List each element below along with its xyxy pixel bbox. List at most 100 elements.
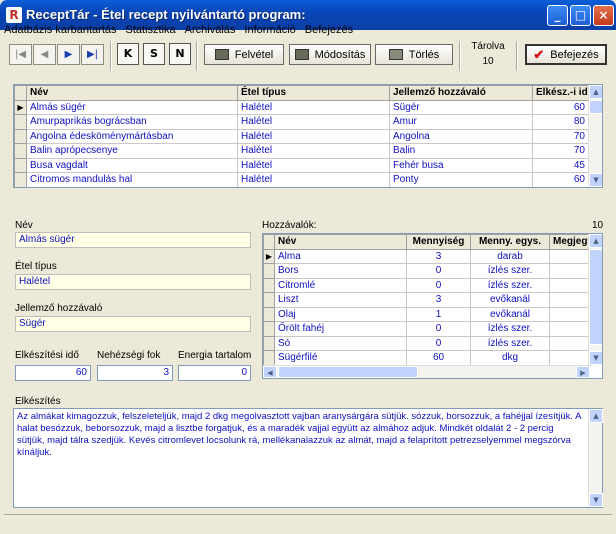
row-indicator[interactable] <box>14 128 27 144</box>
recipe-name-cell[interactable]: Citromos mandulás hal <box>26 172 238 187</box>
scroll-down-icon[interactable]: ▼ <box>589 351 602 365</box>
ingredient-unit-cell[interactable]: dkg <box>470 350 550 366</box>
recipe-main-ingredient-cell[interactable]: Fehér busa <box>389 157 533 173</box>
ingredient-quantity-cell[interactable]: 3 <box>406 248 471 264</box>
ingredient-name-cell[interactable]: Liszt <box>274 292 407 308</box>
ingredient-note-cell[interactable] <box>549 306 591 322</box>
col-header-ingredient-name[interactable]: Név <box>274 234 407 250</box>
ingredient-row[interactable]: Só 0 ízlés szer. <box>263 335 591 351</box>
recipes-grid[interactable]: Név Étel típus Jellemző hozzávaló Elkész… <box>13 84 603 188</box>
sort-k-button[interactable]: K <box>117 43 139 65</box>
ingredient-quantity-cell[interactable]: 0 <box>406 321 471 337</box>
scroll-down-icon[interactable]: ▼ <box>589 493 603 507</box>
current-row-indicator-icon[interactable]: ▶ <box>14 99 27 115</box>
ingredient-quantity-cell[interactable]: 0 <box>406 277 471 293</box>
prep-time-field[interactable]: 60 <box>15 365 91 381</box>
recipe-row[interactable]: ▶ Almás sügér Halétel Sügér 60 <box>14 99 589 115</box>
ingredient-unit-cell[interactable]: ízlés szer. <box>470 321 550 337</box>
sort-s-button[interactable]: S <box>143 43 165 65</box>
ingredient-name-cell[interactable]: Őrölt fahéj <box>274 321 407 337</box>
recipe-main-ingredient-cell[interactable]: Angolna <box>389 128 533 144</box>
recipe-prep-time-cell[interactable]: 60 <box>532 172 589 187</box>
recipe-name-cell[interactable]: Balin aprópecsenye <box>26 143 238 159</box>
row-indicator[interactable] <box>263 335 275 351</box>
preparation-text-area[interactable]: Az almákat kimagozzuk, felszeleteljük, m… <box>13 408 603 508</box>
col-header-prep-time[interactable]: Elkész.-i idő <box>532 85 589 101</box>
menu-item-4[interactable]: Befejezés <box>305 24 353 36</box>
prev-record-button[interactable]: ◀ <box>33 44 56 65</box>
col-header-name[interactable]: Név <box>26 85 238 101</box>
recipe-prep-time-cell[interactable]: 60 <box>532 99 589 115</box>
ingredient-quantity-cell[interactable]: 60 <box>406 350 471 366</box>
ingredient-unit-cell[interactable]: ízlés szer. <box>470 335 550 351</box>
recipe-type-cell[interactable]: Halétel <box>237 114 390 130</box>
ingredient-note-cell[interactable] <box>549 248 591 264</box>
main-ingredient-field[interactable]: Sügér <box>15 316 251 332</box>
energy-field[interactable]: 0 <box>178 365 251 381</box>
recipe-row[interactable]: Balin aprópecsenye Halétel Balin 70 <box>14 143 589 159</box>
recipe-row[interactable]: Citromos mandulás hal Halétel Ponty 60 <box>14 172 589 187</box>
recipe-row[interactable]: Amurpaprikás bográcsban Halétel Amur 80 <box>14 114 589 130</box>
scroll-down-icon[interactable]: ▼ <box>589 173 602 187</box>
menu-item-0[interactable]: Adatbázis karbantartás <box>4 24 117 36</box>
ingredients-scrollbar[interactable]: ▲ ▼ <box>588 234 602 365</box>
row-indicator[interactable] <box>263 350 275 366</box>
ingredient-name-cell[interactable]: Olaj <box>274 306 407 322</box>
sort-n-button[interactable]: N <box>169 43 191 65</box>
scroll-thumb[interactable] <box>589 249 602 345</box>
ingredient-row[interactable]: Liszt 3 evőkanál <box>263 292 591 308</box>
next-record-button[interactable]: ▶ <box>57 44 80 65</box>
scroll-up-icon[interactable]: ▲ <box>589 234 602 248</box>
ingredient-name-cell[interactable]: Sügérfilé <box>274 350 407 366</box>
row-indicator[interactable] <box>14 143 27 159</box>
col-header-unit[interactable]: Menny. egys. <box>470 234 550 250</box>
ingredient-quantity-cell[interactable]: 0 <box>406 335 471 351</box>
ingredient-row[interactable]: Olaj 1 evőkanál <box>263 306 591 322</box>
recipes-scrollbar[interactable]: ▲ ▼ <box>588 85 602 187</box>
recipe-type-cell[interactable]: Halétel <box>237 128 390 144</box>
delete-button[interactable]: Törlés <box>375 44 453 65</box>
current-row-indicator-icon[interactable]: ▶ <box>263 248 275 264</box>
ingredients-hscrollbar[interactable]: ◀ ▶ <box>263 365 590 378</box>
type-field[interactable]: Halétel <box>15 274 251 290</box>
recipe-main-ingredient-cell[interactable]: Ponty <box>389 172 533 187</box>
recipe-prep-time-cell[interactable]: 70 <box>532 128 589 144</box>
recipe-main-ingredient-cell[interactable]: Sügér <box>389 99 533 115</box>
recipe-prep-time-cell[interactable]: 70 <box>532 143 589 159</box>
recipe-name-cell[interactable]: Angolna édesköménymártásban <box>26 128 238 144</box>
ingredient-name-cell[interactable]: Bors <box>274 263 407 279</box>
ingredient-unit-cell[interactable]: darab <box>470 248 550 264</box>
row-indicator[interactable] <box>263 277 275 293</box>
ingredients-grid[interactable]: Név Mennyiség Menny. egys. Megjegy ▶ Alma… <box>262 233 603 379</box>
menu-item-3[interactable]: Információ <box>244 24 295 36</box>
first-record-button[interactable]: |◀ <box>9 44 32 65</box>
scroll-right-icon[interactable]: ▶ <box>576 366 590 378</box>
col-header-type[interactable]: Étel típus <box>237 85 390 101</box>
row-indicator[interactable] <box>263 263 275 279</box>
recipe-main-ingredient-cell[interactable]: Balin <box>389 143 533 159</box>
scroll-up-icon[interactable]: ▲ <box>589 85 602 99</box>
scroll-thumb[interactable] <box>589 100 602 114</box>
row-indicator[interactable] <box>14 114 27 130</box>
ingredient-unit-cell[interactable]: evőkanál <box>470 306 550 322</box>
recipe-name-cell[interactable]: Amurpaprikás bográcsban <box>26 114 238 130</box>
recipe-row[interactable]: Angolna édesköménymártásban Halétel Angoln… <box>14 128 589 144</box>
ingredient-row[interactable]: ▶ Alma 3 darab <box>263 248 591 264</box>
menu-item-1[interactable]: Statisztika <box>126 24 176 36</box>
ingredient-note-cell[interactable] <box>549 321 591 337</box>
edit-button[interactable]: Módosítás <box>289 44 371 65</box>
difficulty-field[interactable]: 3 <box>97 365 173 381</box>
scroll-up-icon[interactable]: ▲ <box>589 409 603 423</box>
row-indicator[interactable] <box>263 306 275 322</box>
recipe-name-cell[interactable]: Busa vagdalt <box>26 157 238 173</box>
preparation-scrollbar[interactable]: ▲ ▼ <box>588 409 603 507</box>
ingredient-row[interactable]: Bors 0 ízlés szer. <box>263 263 591 279</box>
ingredient-unit-cell[interactable]: ízlés szer. <box>470 277 550 293</box>
row-indicator[interactable] <box>14 172 27 187</box>
ingredient-name-cell[interactable]: Citromlé <box>274 277 407 293</box>
col-header-note[interactable]: Megjegy <box>549 234 591 250</box>
ingredient-note-cell[interactable] <box>549 292 591 308</box>
add-button[interactable]: Felvétel <box>204 44 284 65</box>
ingredient-quantity-cell[interactable]: 3 <box>406 292 471 308</box>
ingredient-quantity-cell[interactable]: 0 <box>406 263 471 279</box>
